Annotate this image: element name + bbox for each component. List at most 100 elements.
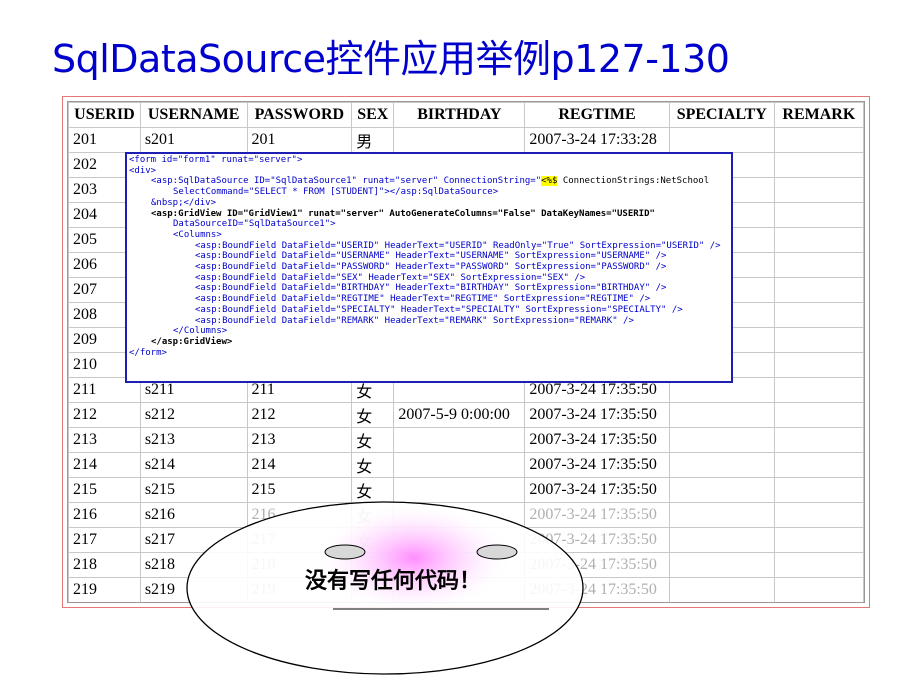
code-line: <Columns> bbox=[129, 230, 729, 241]
code-line: <form id="form1" runat="server"> bbox=[129, 155, 729, 166]
code-line: <asp:SqlDataSource ID="SqlDataSource1" r… bbox=[129, 176, 729, 187]
code-text: <asp:BoundField DataField="USERID" Heade… bbox=[195, 240, 721, 251]
grid-cell-specialty bbox=[668, 427, 775, 453]
grid-cell-specialty bbox=[668, 477, 775, 503]
grid-cell-userid: 212 bbox=[68, 402, 141, 428]
grid-cell-remark bbox=[773, 552, 864, 578]
grid-cell-username: s213 bbox=[139, 427, 248, 453]
code-text: </Columns> bbox=[173, 326, 228, 337]
code-line: <asp:BoundField DataField="REMARK" Heade… bbox=[129, 316, 729, 327]
grid-cell-remark bbox=[773, 352, 864, 378]
grid-cell-userid: 201 bbox=[68, 127, 141, 153]
grid-cell-birthday bbox=[393, 427, 526, 453]
grid-cell-regtime: 2007-3-24 17:35:50 bbox=[524, 402, 670, 428]
grid-cell-sex: 女 bbox=[351, 402, 395, 428]
code-text: <asp:BoundField DataField="USERNAME" Hea… bbox=[195, 251, 667, 262]
code-line: </asp:GridView> bbox=[129, 337, 729, 348]
grid-cell-userid: 219 bbox=[68, 577, 141, 602]
grid-cell-specialty bbox=[668, 527, 775, 553]
code-text: <asp:BoundField DataField="REGTIME" Head… bbox=[195, 294, 651, 305]
grid-cell-remark bbox=[773, 177, 864, 203]
grid-cell-userid: 213 bbox=[68, 427, 141, 453]
code-text: </asp:GridView> bbox=[151, 336, 233, 347]
grid-cell-remark bbox=[773, 427, 864, 453]
grid-cell-remark bbox=[773, 527, 864, 553]
grid-cell-remark bbox=[773, 402, 864, 428]
column-header-remark: REMARK bbox=[773, 102, 864, 128]
grid-cell-remark bbox=[773, 377, 864, 403]
code-text: <Columns> bbox=[173, 229, 222, 240]
code-text: <form id="form1" runat="server"> bbox=[129, 155, 303, 165]
grid-header-row: USERID USERNAME PASSWORD SEX BIRTHDAY REGTIME… bbox=[68, 102, 864, 128]
code-text: <asp:BoundField DataField="PASSWORD" Hea… bbox=[195, 262, 667, 273]
code-line: <asp:BoundField DataField="USERNAME" Hea… bbox=[129, 251, 729, 262]
grid-cell-userid: 218 bbox=[68, 552, 141, 578]
grid-cell-birthday bbox=[393, 452, 526, 478]
grid-cell-userid: 216 bbox=[68, 502, 141, 528]
code-line: <asp:BoundField DataField="USERID" Heade… bbox=[129, 241, 729, 252]
grid-cell-userid: 214 bbox=[68, 452, 141, 478]
grid-cell-password: 214 bbox=[246, 452, 353, 478]
aspx-code-listing: <form id="form1" runat="server"> <div> <as… bbox=[125, 152, 733, 383]
code-line: <div> bbox=[129, 166, 729, 177]
grid-cell-remark bbox=[773, 202, 864, 228]
code-text: DataSourceID="SqlDataSource1"> bbox=[173, 219, 336, 230]
grid-cell-userid: 215 bbox=[68, 477, 141, 503]
code-line: <asp:GridView ID="GridView1" runat="serv… bbox=[129, 209, 729, 220]
grid-cell-specialty bbox=[668, 577, 775, 602]
code-text-suffix: ConnectionStrings:NetSchool bbox=[557, 176, 710, 187]
slide-title: SqlDataSource控件应用举例p127-130 bbox=[52, 37, 730, 81]
grid-cell-regtime: 2007-3-24 17:33:28 bbox=[524, 127, 670, 153]
grid-cell-userid: 217 bbox=[68, 527, 141, 553]
grid-cell-remark bbox=[773, 152, 864, 178]
code-line: DataSourceID="SqlDataSource1"> bbox=[129, 219, 729, 230]
grid-cell-remark bbox=[773, 477, 864, 503]
grid-cell-regtime: 2007-3-24 17:35:50 bbox=[524, 452, 670, 478]
column-header-specialty: SPECIALTY bbox=[668, 102, 775, 128]
grid-cell-birthday bbox=[393, 127, 526, 153]
table-row: 213 s213 213 女 2007-3-24 17:35:50 bbox=[68, 427, 864, 453]
highlighted-expression: <%$ bbox=[541, 176, 558, 187]
code-line: <asp:BoundField DataField="SEX" HeaderTe… bbox=[129, 273, 729, 284]
grid-cell-sex: 女 bbox=[351, 452, 395, 478]
grid-cell-regtime: 2007-3-24 17:35:50 bbox=[524, 427, 670, 453]
grid-cell-specialty bbox=[668, 127, 775, 153]
code-text: <div> bbox=[129, 165, 157, 176]
code-line: </form> bbox=[129, 348, 729, 359]
code-text: <asp:BoundField DataField="BIRTHDAY" Hea… bbox=[195, 283, 667, 294]
code-text: <asp:BoundField DataField="SEX" HeaderTe… bbox=[195, 272, 586, 283]
code-line: <asp:BoundField DataField="SPECIALTY" He… bbox=[129, 305, 729, 316]
column-header-birthday: BIRTHDAY bbox=[393, 102, 526, 128]
code-line: <asp:BoundField DataField="PASSWORD" Hea… bbox=[129, 262, 729, 273]
code-line: SelectCommand="SELECT * FROM [STUDENT]">… bbox=[129, 187, 729, 198]
code-text: <asp:BoundField DataField="REMARK" Heade… bbox=[195, 315, 634, 326]
right-eye bbox=[476, 544, 518, 560]
left-eye bbox=[324, 544, 366, 560]
table-row: 212 s212 212 女 2007-5-9 0:00:00 2007-3-24 17:… bbox=[68, 402, 864, 428]
code-text: <asp:BoundField DataField="SPECIALTY" He… bbox=[195, 304, 683, 315]
grid-cell-password: 212 bbox=[246, 402, 353, 428]
table-row: 201 s201 201 男 2007-3-24 17:33:28 bbox=[68, 127, 864, 153]
grid-cell-remark bbox=[773, 327, 864, 353]
column-header-sex: SEX bbox=[351, 102, 395, 128]
grid-cell-sex: 男 bbox=[351, 127, 395, 153]
code-text: <asp:SqlDataSource ID="SqlDataSource1" r… bbox=[151, 176, 542, 187]
code-line: &nbsp;</div> bbox=[129, 198, 729, 209]
grid-cell-birthday: 2007-5-9 0:00:00 bbox=[393, 402, 526, 428]
grid-cell-specialty bbox=[668, 402, 775, 428]
column-header-username: USERNAME bbox=[139, 102, 248, 128]
code-text: &nbsp;</div> bbox=[151, 197, 217, 208]
grid-cell-username: s201 bbox=[139, 127, 248, 153]
grid-cell-remark bbox=[773, 502, 864, 528]
grid-cell-specialty bbox=[668, 452, 775, 478]
column-header-userid: USERID bbox=[68, 102, 141, 128]
grid-cell-username: s212 bbox=[139, 402, 248, 428]
grid-cell-remark bbox=[773, 227, 864, 253]
grid-cell-password: 213 bbox=[246, 427, 353, 453]
code-text: SelectCommand="SELECT * FROM [STUDENT]">… bbox=[173, 187, 499, 198]
grid-cell-remark bbox=[773, 452, 864, 478]
grid-cell-sex: 女 bbox=[351, 427, 395, 453]
column-header-regtime: REGTIME bbox=[524, 102, 670, 128]
grid-cell-remark bbox=[773, 252, 864, 278]
grid-cell-remark bbox=[773, 277, 864, 303]
